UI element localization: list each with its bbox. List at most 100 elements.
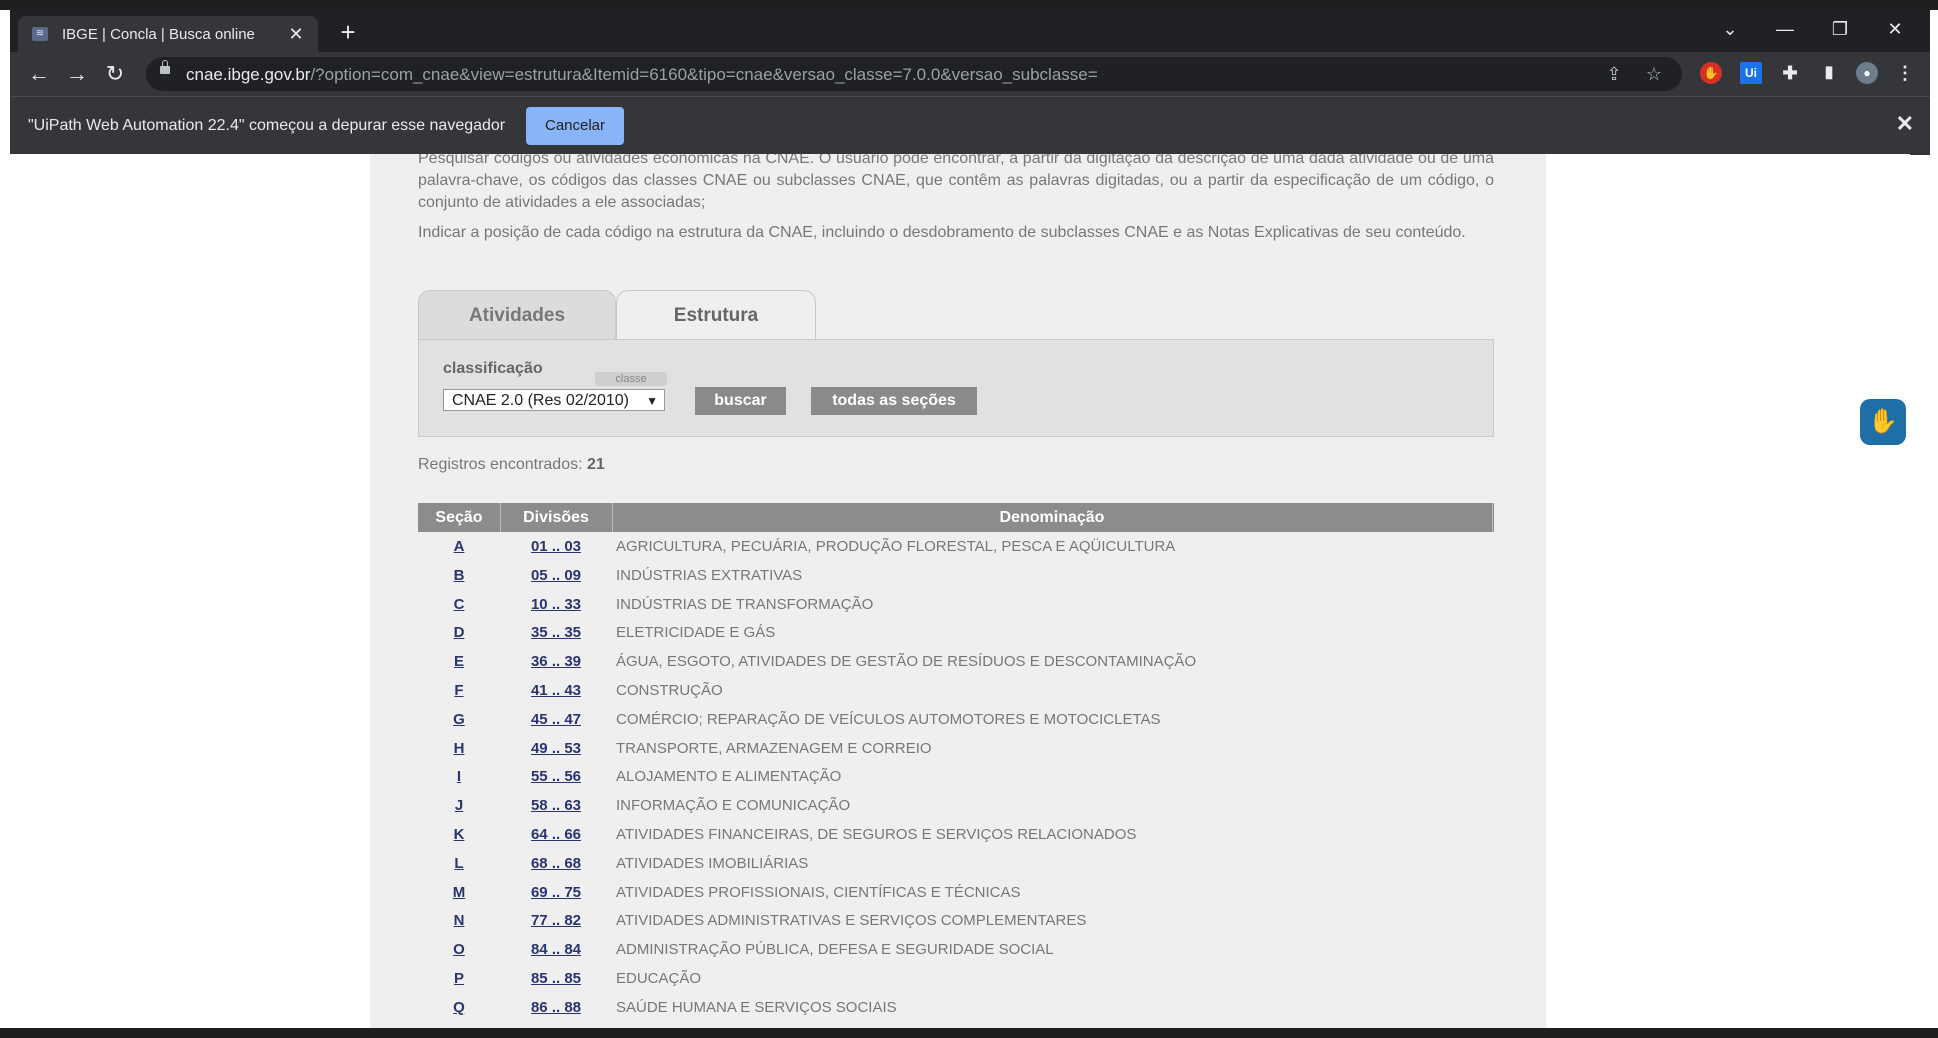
divisions-link[interactable]: 05 .. 09 [500, 561, 612, 590]
forward-icon[interactable]: → [62, 60, 92, 88]
divisions-link[interactable]: 10 .. 33 [500, 590, 612, 619]
section-link[interactable]: O [418, 935, 500, 964]
denomination-text: ELETRICIDADE E GÁS [616, 624, 776, 642]
menu-kebab-icon[interactable]: ⋮ [1894, 62, 1916, 84]
restore-icon[interactable]: ❐ [1820, 16, 1860, 42]
table-row: G 45 .. 47 COMÉRCIO; REPARAÇÃO DE VEÍCULOS… [418, 705, 1494, 734]
section-link[interactable]: A [418, 532, 500, 561]
browser-window: ≋ IBGE | Concla | Busca online ✕ + ⌄ — ❐… [0, 0, 1938, 1038]
debug-infobar: "UiPath Web Automation 22.4" começou a d… [10, 96, 1930, 155]
denomination-text: INDÚSTRIAS DE TRANSFORMAÇÃO [616, 595, 874, 613]
select-value: CNAE 2.0 (Res 02/2010) [452, 392, 629, 409]
new-tab-icon[interactable]: + [334, 18, 362, 46]
browser-toolbar: ← → ↻ cnae.ibge.gov.br/?option=com_cnae&… [10, 52, 1930, 96]
url-text[interactable]: cnae.ibge.gov.br/?option=com_cnae&view=e… [186, 65, 1098, 85]
divisions-link[interactable]: 45 .. 47 [500, 705, 612, 734]
section-link[interactable]: J [418, 791, 500, 820]
side-panel-icon[interactable]: ▮ [1818, 62, 1840, 84]
table-row: Q 86 .. 88 SAÚDE HUMANA E SERVIÇOS SOCIAIS [418, 993, 1494, 1022]
table-row: K 64 .. 66 ATIVIDADES FINANCEIRAS, DE SEGU… [418, 820, 1494, 849]
section-link[interactable]: K [418, 820, 500, 849]
denomination-text: SAÚDE HUMANA E SERVIÇOS SOCIAIS [616, 998, 897, 1016]
ibge-favicon-icon: ≋ [32, 27, 48, 41]
section-link[interactable]: L [418, 849, 500, 878]
denomination-text: INDÚSTRIAS EXTRATIVAS [616, 566, 803, 584]
table-row: M 69 .. 75 ATIVIDADES PROFISSIONAIS, CIENT… [418, 878, 1494, 907]
section-link[interactable]: B [418, 561, 500, 590]
section-link[interactable]: G [418, 705, 500, 734]
section-link[interactable]: F [418, 676, 500, 705]
denomination-text: INFORMAÇÃO E COMUNICAÇÃO [616, 797, 851, 815]
section-link[interactable]: P [418, 964, 500, 993]
vlibras-accessibility-icon[interactable]: ✋ [1860, 399, 1906, 445]
classificacao-select[interactable]: CNAE 2.0 (Res 02/2010) ▼ [443, 389, 665, 411]
denomination-text: ÁGUA, ESGOTO, ATIVIDADES DE GESTÃO DE RE… [616, 653, 1197, 671]
divisions-link[interactable]: 86 .. 88 [500, 993, 612, 1022]
tab-atividades[interactable]: Atividades [418, 290, 616, 341]
section-link[interactable]: Q [418, 993, 500, 1022]
search-form: classificação classe CNAE 2.0 (Res 02/20… [418, 339, 1494, 437]
tab-title: IBGE | Concla | Busca online [62, 25, 255, 43]
section-link[interactable]: N [418, 906, 500, 935]
divisions-link[interactable]: 41 .. 43 [500, 676, 612, 705]
section-link[interactable]: E [418, 647, 500, 676]
section-link[interactable]: D [418, 618, 500, 647]
close-tab-icon[interactable]: ✕ [286, 24, 306, 45]
infobar-message: "UiPath Web Automation 22.4" começou a d… [28, 117, 506, 134]
reload-icon[interactable]: ↻ [100, 60, 130, 88]
divisions-link[interactable]: 84 .. 84 [500, 935, 612, 964]
divisions-link[interactable]: 35 .. 35 [500, 618, 612, 647]
divisions-link[interactable]: 68 .. 68 [500, 849, 612, 878]
bookmark-star-icon[interactable]: ☆ [1642, 63, 1666, 85]
close-window-icon[interactable]: ✕ [1875, 16, 1915, 42]
divisions-link[interactable]: 64 .. 66 [500, 820, 612, 849]
divisions-link[interactable]: 77 .. 82 [500, 906, 612, 935]
back-icon[interactable]: ← [24, 60, 54, 88]
divisions-link[interactable]: 55 .. 56 [500, 762, 612, 791]
denomination-text: EDUCAÇÃO [616, 970, 702, 987]
lock-icon[interactable] [160, 60, 170, 74]
divisions-link[interactable]: 49 .. 53 [500, 734, 612, 763]
minimize-icon[interactable]: — [1765, 16, 1805, 42]
uipath-stop-extension-icon[interactable]: ✋ [1700, 62, 1722, 84]
results-label: Registros encontrados: [418, 456, 587, 473]
tab-estrutura[interactable]: Estrutura [616, 290, 816, 341]
address-bar[interactable]: cnae.ibge.gov.br/?option=com_cnae&view=e… [146, 57, 1682, 91]
table-row: F 41 .. 43 CONSTRUÇÃO [418, 676, 1494, 705]
divisions-link[interactable]: 85 .. 85 [500, 964, 612, 993]
divisions-link[interactable]: 01 .. 03 [500, 532, 612, 561]
uipath-extension-icon[interactable]: Ui [1740, 62, 1762, 84]
share-icon[interactable]: ⇪ [1602, 63, 1626, 85]
todas-secoes-button[interactable]: todas as seções [811, 387, 977, 415]
intro-paragraph-1: Pesquisar códigos ou atividades econômic… [418, 154, 1494, 211]
browser-tab[interactable]: ≋ IBGE | Concla | Busca online ✕ [18, 16, 318, 52]
extensions-puzzle-icon[interactable]: ✚ [1779, 62, 1801, 84]
classe-tag: classe [595, 372, 667, 386]
table-row: J 58 .. 63 INFORMAÇÃO E COMUNICAÇÃO [418, 791, 1494, 820]
denomination-text: ALOJAMENTO E ALIMENTAÇÃO [616, 768, 842, 786]
cancel-button[interactable]: Cancelar [526, 107, 624, 145]
section-link[interactable]: M [418, 878, 500, 907]
section-link[interactable]: H [418, 734, 500, 763]
section-link[interactable]: I [418, 762, 500, 791]
buscar-button[interactable]: buscar [695, 387, 786, 415]
divisions-link[interactable]: 69 .. 75 [500, 878, 612, 907]
section-link[interactable]: C [418, 590, 500, 619]
table-row: E 36 .. 39 ÁGUA, ESGOTO, ATIVIDADES DE GES… [418, 647, 1494, 676]
table-row: P 85 .. 85 EDUCAÇÃO [418, 964, 1494, 993]
infobar-close-icon[interactable]: ✕ [1896, 111, 1914, 137]
divisions-link[interactable]: 58 .. 63 [500, 791, 612, 820]
results-number: 21 [586, 456, 605, 473]
window-frame-bottom [0, 1028, 1938, 1038]
table-row: B 05 .. 09 INDÚSTRIAS EXTRATIVAS [418, 561, 1494, 590]
denomination-text: ATIVIDADES FINANCEIRAS, DE SEGUROS E SER… [616, 826, 1137, 843]
denomination-text: TRANSPORTE, ARMAZENAGEM E CORREIO [616, 739, 932, 757]
tab-search-icon[interactable]: ⌄ [1710, 16, 1750, 42]
denomination-text: COMÉRCIO; REPARAÇÃO DE VEÍCULOS AUTOMOTO… [616, 710, 1161, 728]
chevron-down-icon: ▼ [646, 394, 658, 408]
denomination-text: ADMINISTRAÇÃO PÚBLICA, DEFESA E SEGURIDA… [616, 941, 1054, 959]
divisions-link[interactable]: 36 .. 39 [500, 647, 612, 676]
table-row: C 10 .. 33 INDÚSTRIAS DE TRANSFORMAÇÃO [418, 590, 1494, 619]
profile-avatar[interactable]: ● [1856, 62, 1878, 84]
header-denominacao: Denominação [612, 503, 1493, 532]
